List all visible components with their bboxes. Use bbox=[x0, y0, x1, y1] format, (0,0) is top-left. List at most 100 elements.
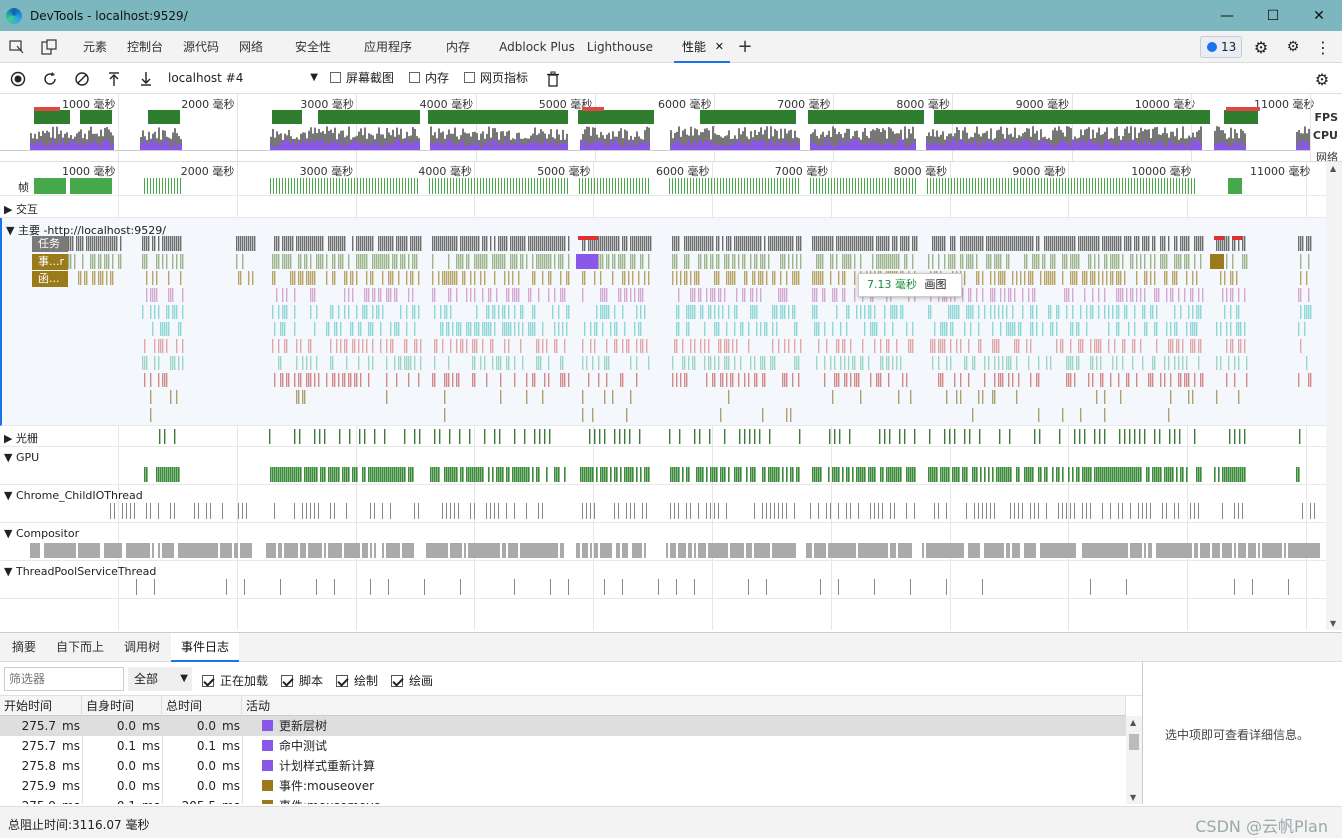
checkbox-checked[interactable] bbox=[336, 675, 348, 687]
table-scrollbar[interactable]: ▲ ▼ bbox=[1126, 716, 1142, 804]
screenshots-checkbox[interactable]: 屏幕截图 bbox=[330, 69, 394, 87]
compositor-slice bbox=[1294, 543, 1296, 558]
checkbox-checked[interactable] bbox=[281, 675, 293, 687]
settings-gear-icon[interactable]: ⚙ bbox=[1252, 38, 1270, 57]
painting-checkbox[interactable]: 绘画 bbox=[391, 672, 433, 689]
tab-sources[interactable]: 源代码 bbox=[177, 31, 225, 63]
reload-record-icon[interactable] bbox=[41, 70, 59, 88]
flame-slice bbox=[442, 339, 444, 353]
flame-slice bbox=[630, 356, 632, 370]
checkbox-box[interactable] bbox=[464, 72, 475, 83]
profile-select[interactable]: localhost #4 ▼ bbox=[168, 69, 320, 87]
gpu-slice bbox=[696, 467, 698, 482]
compositor-slice bbox=[1216, 543, 1218, 558]
checkbox-box[interactable] bbox=[409, 72, 420, 83]
cpu-script-bar bbox=[270, 144, 272, 150]
filter-category-select[interactable]: 全部 ▼ bbox=[128, 667, 192, 691]
timeline-scrollbar[interactable]: ▲ ▼ bbox=[1326, 162, 1342, 630]
main-thread-track[interactable]: ▼ 主要 -http://localhost:9529/ 任务 事...r 函.… bbox=[0, 218, 1326, 426]
scroll-up-icon[interactable]: ▲ bbox=[1330, 164, 1336, 173]
cpu-script-bar bbox=[618, 143, 620, 150]
column-total-time[interactable]: 总时间 bbox=[162, 696, 242, 716]
checkbox-box[interactable] bbox=[330, 72, 341, 83]
cpu-script-bar bbox=[1188, 146, 1190, 150]
webvitals-checkbox[interactable]: 网页指标 bbox=[464, 69, 528, 87]
table-row[interactable]: 275.7 ms 0.1 ms 0.1 ms 命中测试 bbox=[0, 736, 1126, 756]
frames-track[interactable]: 帧 bbox=[0, 174, 1326, 196]
scroll-up-icon[interactable]: ▲ bbox=[1130, 718, 1136, 727]
table-row[interactable]: 275.7 ms 0.0 ms 0.0 ms 更新层树 bbox=[0, 716, 1126, 736]
column-activity[interactable]: 活动 bbox=[242, 696, 1126, 716]
compositor-slice bbox=[1136, 543, 1138, 558]
flame-slice bbox=[1008, 236, 1010, 251]
compositor-slice bbox=[158, 543, 160, 558]
interactions-track[interactable]: ▶ 交互 bbox=[0, 196, 1326, 218]
tab-security[interactable]: 安全性 bbox=[289, 31, 337, 63]
scroll-down-icon[interactable]: ▼ bbox=[1130, 793, 1136, 802]
column-self-time[interactable]: 自身时间 bbox=[82, 696, 162, 716]
tab-application[interactable]: 应用程序 bbox=[358, 31, 418, 63]
timeline-overview[interactable]: 1000 毫秒 2000 毫秒 3000 毫秒 4000 毫秒 5000 毫秒 6000 … bbox=[0, 94, 1342, 162]
tab-summary[interactable]: 摘要 bbox=[12, 633, 36, 662]
gpu-slice bbox=[940, 467, 942, 482]
flame-slice bbox=[1238, 356, 1240, 370]
tab-performance[interactable]: 性能 ✕ bbox=[674, 31, 730, 63]
tab-bottom-up[interactable]: 自下而上 bbox=[56, 633, 104, 662]
compositor-slice bbox=[1060, 543, 1062, 558]
filter-input[interactable] bbox=[4, 667, 124, 691]
tab-adblock-plus[interactable]: Adblock Plus bbox=[498, 31, 576, 63]
task-label[interactable]: 任务 bbox=[32, 236, 68, 252]
more-options-icon[interactable]: ⋮ bbox=[1314, 38, 1332, 57]
capture-settings-gear-icon[interactable]: ⚙ bbox=[1313, 70, 1331, 89]
scroll-down-icon[interactable]: ▼ bbox=[1330, 619, 1336, 628]
close-tab-icon[interactable]: ✕ bbox=[715, 31, 724, 63]
frame-tick bbox=[1041, 178, 1042, 194]
minimize-button[interactable]: — bbox=[1204, 0, 1250, 31]
compositor-slice bbox=[560, 543, 562, 558]
issues-button[interactable]: 13 bbox=[1200, 36, 1242, 58]
childio-track[interactable]: ▼ Chrome_ChildIOThread bbox=[0, 485, 1326, 523]
tab-elements[interactable]: 元素 bbox=[75, 31, 115, 63]
checkbox-checked[interactable] bbox=[391, 675, 403, 687]
column-start-time[interactable]: 开始时间 bbox=[0, 696, 82, 716]
tab-event-log[interactable]: 事件日志 bbox=[171, 633, 240, 662]
flame-chart-area[interactable]: 1000 毫秒 2000 毫秒 3000 毫秒 4000 毫秒 5000 毫秒 6000 … bbox=[0, 162, 1342, 630]
memory-checkbox[interactable]: 内存 bbox=[409, 69, 449, 87]
tab-call-tree[interactable]: 调用树 bbox=[124, 633, 160, 662]
customize-icon[interactable]: ⚙ bbox=[1284, 38, 1302, 56]
download-icon[interactable] bbox=[137, 70, 155, 88]
function-label[interactable]: 函... bbox=[32, 271, 68, 287]
maximize-button[interactable]: ☐ bbox=[1250, 0, 1296, 31]
tab-network[interactable]: 网络 bbox=[233, 31, 269, 63]
expand-arrow-icon[interactable]: ▶ bbox=[4, 203, 16, 216]
table-row[interactable]: 275.9 ms 0.0 ms 0.0 ms 事件:mouseover bbox=[0, 776, 1126, 796]
add-tab-button[interactable]: + bbox=[734, 31, 756, 63]
tab-memory[interactable]: 内存 bbox=[440, 31, 476, 63]
table-row[interactable]: 275.8 ms 0.0 ms 0.0 ms 计划样式重新计算 bbox=[0, 756, 1126, 776]
gpu-track[interactable]: ▼ GPU bbox=[0, 447, 1326, 485]
threadpool-track[interactable]: ▼ ThreadPoolServiceThread bbox=[0, 561, 1326, 599]
tab-lighthouse[interactable]: Lighthouse bbox=[586, 31, 654, 63]
table-row[interactable]: 275.9ms0.1ms205.5ms事件:mousemove bbox=[0, 796, 1126, 804]
inspect-element-icon[interactable] bbox=[8, 38, 26, 56]
scripting-checkbox[interactable]: 脚本 bbox=[281, 672, 323, 689]
rendering-checkbox[interactable]: 绘制 bbox=[336, 672, 378, 689]
checkbox-checked[interactable] bbox=[202, 675, 214, 687]
clear-icon[interactable] bbox=[73, 70, 91, 88]
tab-console[interactable]: 控制台 bbox=[121, 31, 169, 63]
flame-slice bbox=[538, 356, 540, 370]
upload-icon[interactable] bbox=[105, 70, 123, 88]
event-label[interactable]: 事...r bbox=[32, 254, 68, 270]
compositor-slice bbox=[1014, 543, 1016, 558]
cpu-script-bar bbox=[704, 140, 706, 150]
loading-checkbox[interactable]: 正在加载 bbox=[202, 672, 268, 689]
flame-slice bbox=[336, 339, 338, 353]
scroll-thumb[interactable] bbox=[1129, 734, 1139, 750]
raster-track[interactable]: ▶ 光栅 bbox=[0, 426, 1326, 447]
compositor-track[interactable]: ▼ Compositor bbox=[0, 523, 1326, 561]
device-toolbar-icon[interactable] bbox=[40, 38, 58, 56]
record-icon[interactable] bbox=[9, 70, 27, 88]
close-window-button[interactable]: ✕ bbox=[1296, 0, 1342, 31]
gpu-slice bbox=[948, 467, 950, 482]
trash-icon[interactable] bbox=[544, 70, 562, 88]
